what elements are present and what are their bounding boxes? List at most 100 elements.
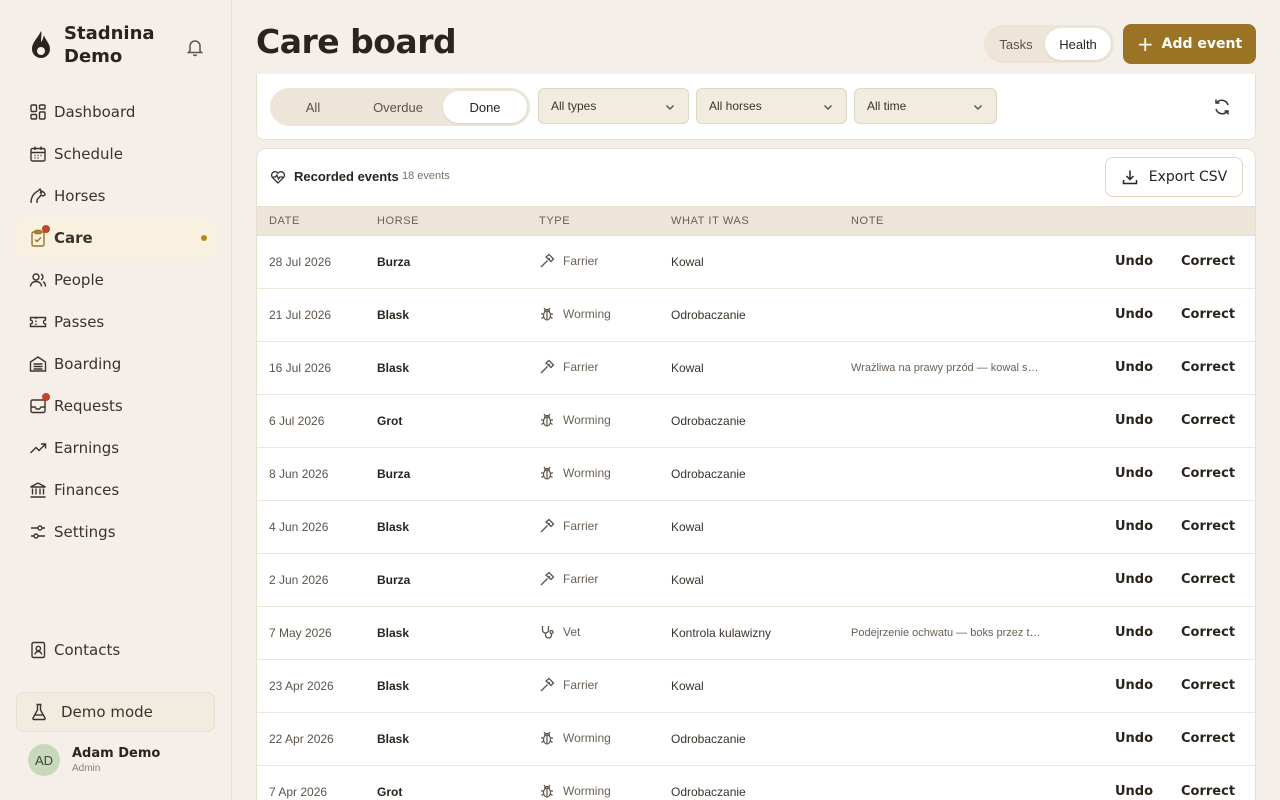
row-date: 2 Jun 2026 (269, 573, 329, 587)
calendar-icon (28, 144, 48, 164)
sidebar-item-label: Horses (54, 187, 106, 205)
status-overdue[interactable]: Overdue (353, 91, 443, 123)
event-count: 18 events (402, 170, 450, 182)
row-what: Odrobaczanie (671, 785, 746, 799)
undo-button[interactable]: Undo (1115, 360, 1153, 375)
events-card: Recorded events 18 events Export CSV DAT… (256, 148, 1256, 800)
sidebar-item-earnings[interactable]: Earnings (16, 428, 215, 468)
undo-button[interactable]: Undo (1115, 254, 1153, 269)
undo-button[interactable]: Undo (1115, 625, 1153, 640)
undo-button[interactable]: Undo (1115, 413, 1153, 428)
hammer-icon (540, 571, 555, 586)
undo-button[interactable]: Undo (1115, 731, 1153, 746)
sidebar-item-finances[interactable]: Finances (16, 470, 215, 510)
demo-mode-button[interactable]: Demo mode (16, 692, 215, 732)
sidebar-item-settings[interactable]: Settings (16, 512, 215, 552)
correct-button[interactable]: Correct (1181, 731, 1235, 746)
status-filter: All Overdue Done (270, 88, 530, 126)
column-header-note: NOTE (851, 215, 884, 227)
row-horse[interactable]: Blask (377, 732, 409, 746)
hammer-icon (540, 253, 555, 268)
sidebar-item-horses[interactable]: Horses (16, 176, 215, 216)
correct-button[interactable]: Correct (1181, 519, 1235, 534)
row-date: 6 Jul 2026 (269, 414, 325, 428)
sidebar-item-dashboard[interactable]: Dashboard (16, 92, 215, 132)
ticket-icon (28, 312, 48, 332)
row-what: Odrobaczanie (671, 467, 746, 481)
table-row: 2 Jun 2026 Burza Farrier Kowal Undo Corr… (257, 554, 1255, 607)
row-type-label: Farrier (563, 254, 599, 268)
brand[interactable]: Stadnina Demo (28, 22, 174, 68)
undo-button[interactable]: Undo (1115, 466, 1153, 481)
column-header-type: TYPE (539, 215, 571, 227)
row-horse[interactable]: Blask (377, 520, 409, 534)
correct-button[interactable]: Correct (1181, 413, 1235, 428)
table-row: 22 Apr 2026 Blask Worming Odrobaczanie U… (257, 713, 1255, 766)
type-select[interactable]: All types (538, 88, 689, 124)
table-row: 7 Apr 2026 Grot Worming Odrobaczanie Und… (257, 766, 1255, 800)
sidebar-item-boarding[interactable]: Boarding (16, 344, 215, 384)
correct-button[interactable]: Correct (1181, 466, 1235, 481)
download-icon (1122, 170, 1137, 185)
row-horse[interactable]: Blask (377, 308, 409, 322)
row-horse[interactable]: Burza (377, 467, 410, 481)
row-type: Farrier (539, 253, 598, 269)
chevron-down-icon (974, 105, 982, 110)
row-horse[interactable]: Grot (377, 414, 402, 428)
sidebar-item-schedule[interactable]: Schedule (16, 134, 215, 174)
row-date: 7 May 2026 (269, 626, 332, 640)
row-horse[interactable]: Grot (377, 785, 402, 799)
horse-select[interactable]: All horses (696, 88, 847, 124)
time-select[interactable]: All time (854, 88, 997, 124)
view-toggle: Tasks Health (984, 25, 1114, 63)
row-what: Kowal (671, 520, 704, 534)
sidebar-item-contacts[interactable]: Contacts (16, 630, 215, 670)
undo-button[interactable]: Undo (1115, 678, 1153, 693)
correct-button[interactable]: Correct (1181, 678, 1235, 693)
row-horse[interactable]: Blask (377, 626, 409, 640)
row-what: Odrobaczanie (671, 732, 746, 746)
row-horse[interactable]: Blask (377, 361, 409, 375)
notification-dot (42, 225, 50, 233)
tab-health[interactable]: Health (1045, 28, 1111, 60)
sidebar-item-passes[interactable]: Passes (16, 302, 215, 342)
status-done[interactable]: Done (443, 91, 527, 123)
undo-button[interactable]: Undo (1115, 519, 1153, 534)
sidebar-item-people[interactable]: People (16, 260, 215, 300)
export-csv-button[interactable]: Export CSV (1105, 157, 1243, 197)
sidebar-item-requests[interactable]: Requests (16, 386, 215, 426)
correct-button[interactable]: Correct (1181, 572, 1235, 587)
user-profile[interactable]: AD Adam Demo Admin (28, 744, 160, 776)
row-type: Worming (539, 730, 611, 746)
hammer-icon (540, 677, 555, 692)
row-horse[interactable]: Burza (377, 573, 410, 587)
add-event-button[interactable]: + Add event (1123, 24, 1256, 64)
sidebar-item-care[interactable]: Care (16, 218, 215, 258)
undo-button[interactable]: Undo (1115, 307, 1153, 322)
undo-button[interactable]: Undo (1115, 784, 1153, 799)
row-horse[interactable]: Blask (377, 679, 409, 693)
correct-button[interactable]: Correct (1181, 784, 1235, 799)
horse-select-value: All horses (709, 99, 762, 113)
refresh-icon[interactable] (1212, 97, 1232, 117)
correct-button[interactable]: Correct (1181, 360, 1235, 375)
table-header: DATE HORSE TYPE WHAT IT WAS NOTE (257, 206, 1255, 236)
sidebar-item-label: Settings (54, 523, 116, 541)
time-select-value: All time (867, 99, 907, 113)
column-header-date: DATE (269, 215, 300, 227)
correct-button[interactable]: Correct (1181, 307, 1235, 322)
tab-tasks[interactable]: Tasks (987, 28, 1045, 60)
status-all[interactable]: All (273, 91, 353, 123)
row-horse[interactable]: Burza (377, 255, 410, 269)
user-name: Adam Demo (72, 746, 161, 761)
user-role: Admin (72, 763, 101, 774)
correct-button[interactable]: Correct (1181, 625, 1235, 640)
row-type-label: Vet (563, 625, 581, 639)
row-date: 7 Apr 2026 (269, 785, 328, 799)
export-csv-label: Export CSV (1148, 169, 1228, 185)
sidebar-item-label: Care (54, 229, 93, 247)
undo-button[interactable]: Undo (1115, 572, 1153, 587)
people-icon (28, 270, 48, 290)
bell-icon[interactable] (184, 36, 206, 58)
correct-button[interactable]: Correct (1181, 254, 1235, 269)
